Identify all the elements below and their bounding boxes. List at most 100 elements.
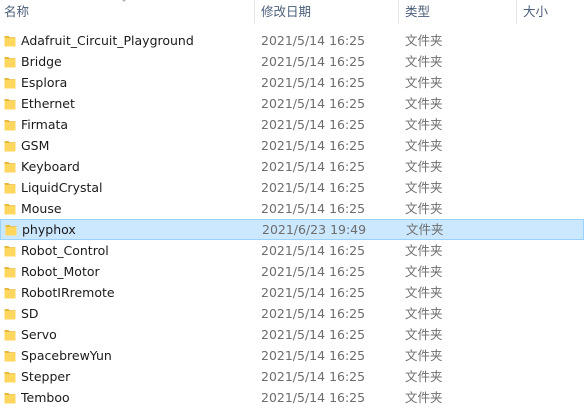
row-name[interactable]: Temboo xyxy=(21,387,251,408)
table-row[interactable]: Servo 2021/5/14 16:25 文件夹 xyxy=(0,324,584,345)
folder-icon xyxy=(4,286,16,299)
table-row[interactable]: Ethernet 2021/5/14 16:25 文件夹 xyxy=(0,93,584,114)
column-header-name[interactable]: 名称 xyxy=(4,3,29,21)
row-date: 2021/5/14 16:25 xyxy=(261,159,366,174)
table-row[interactable]: Robot_Motor 2021/5/14 16:25 文件夹 xyxy=(0,261,584,282)
row-size xyxy=(523,72,583,93)
row-size xyxy=(523,366,583,387)
table-row[interactable]: SD 2021/5/14 16:25 文件夹 xyxy=(0,303,584,324)
row-size xyxy=(523,51,583,72)
folder-icon xyxy=(5,223,17,236)
row-name[interactable]: Stepper xyxy=(21,366,251,387)
folder-icon xyxy=(4,370,16,383)
row-date: 2021/5/14 16:25 xyxy=(261,138,366,153)
row-size xyxy=(523,198,583,219)
table-row[interactable]: SpacebrewYun 2021/5/14 16:25 文件夹 xyxy=(0,345,584,366)
row-name[interactable]: Ethernet xyxy=(21,93,251,114)
row-size xyxy=(523,345,583,366)
table-row[interactable]: Adafruit_Circuit_Playground 2021/5/14 16:… xyxy=(0,30,584,51)
row-type: 文件夹 xyxy=(405,96,443,111)
table-row[interactable]: Temboo 2021/5/14 16:25 文件夹 xyxy=(0,387,584,408)
column-header-date[interactable]: 修改日期 xyxy=(261,3,311,21)
row-type: 文件夹 xyxy=(405,33,443,48)
folder-icon xyxy=(4,139,16,152)
column-header-size[interactable]: 大小 xyxy=(523,3,548,21)
column-header: 名称 修改日期 类型 大小 xyxy=(0,0,588,24)
row-name[interactable]: GSM xyxy=(21,135,251,156)
row-size xyxy=(523,114,583,135)
row-size xyxy=(524,219,584,240)
row-type: 文件夹 xyxy=(405,243,443,258)
row-type: 文件夹 xyxy=(406,222,444,237)
row-name[interactable]: RobotIRremote xyxy=(21,282,251,303)
row-size xyxy=(523,282,583,303)
table-row[interactable]: Esplora 2021/5/14 16:25 文件夹 xyxy=(0,72,584,93)
row-name[interactable]: Esplora xyxy=(21,72,251,93)
row-date: 2021/5/14 16:25 xyxy=(261,54,366,69)
row-name[interactable]: Robot_Control xyxy=(21,240,251,261)
row-name[interactable]: SD xyxy=(21,303,251,324)
sort-arrow-icon xyxy=(120,0,128,2)
row-name[interactable]: Robot_Motor xyxy=(21,261,251,282)
table-row[interactable]: Bridge 2021/5/14 16:25 文件夹 xyxy=(0,51,584,72)
row-type: 文件夹 xyxy=(405,369,443,384)
row-type: 文件夹 xyxy=(405,285,443,300)
row-name[interactable]: LiquidCrystal xyxy=(21,177,251,198)
row-name[interactable]: Bridge xyxy=(21,51,251,72)
row-size xyxy=(523,261,583,282)
row-name[interactable]: phyphox xyxy=(22,219,252,240)
folder-icon xyxy=(4,55,16,68)
table-row[interactable]: RobotIRremote 2021/5/14 16:25 文件夹 xyxy=(0,282,584,303)
row-date: 2021/5/14 16:25 xyxy=(261,96,366,111)
folder-icon xyxy=(4,265,16,278)
row-date: 2021/5/14 16:25 xyxy=(261,264,366,279)
row-date: 2021/6/23 19:49 xyxy=(262,222,367,237)
column-divider[interactable] xyxy=(398,0,399,24)
table-row[interactable]: Mouse 2021/5/14 16:25 文件夹 xyxy=(0,198,584,219)
row-size xyxy=(523,135,583,156)
row-type: 文件夹 xyxy=(405,327,443,342)
row-date: 2021/5/14 16:25 xyxy=(261,369,366,384)
row-type: 文件夹 xyxy=(405,306,443,321)
row-date: 2021/5/14 16:25 xyxy=(261,348,366,363)
folder-icon xyxy=(4,202,16,215)
row-name[interactable]: SpacebrewYun xyxy=(21,345,251,366)
row-type: 文件夹 xyxy=(405,138,443,153)
folder-icon xyxy=(4,118,16,131)
table-row-selected[interactable]: phyphox 2021/6/23 19:49 文件夹 xyxy=(0,219,584,240)
folder-icon xyxy=(4,34,16,47)
row-type: 文件夹 xyxy=(405,348,443,363)
row-date: 2021/5/14 16:25 xyxy=(261,390,366,405)
table-row[interactable]: Firmata 2021/5/14 16:25 文件夹 xyxy=(0,114,584,135)
row-type: 文件夹 xyxy=(405,264,443,279)
table-row[interactable]: Keyboard 2021/5/14 16:25 文件夹 xyxy=(0,156,584,177)
row-name[interactable]: Adafruit_Circuit_Playground xyxy=(21,30,251,51)
folder-icon xyxy=(4,328,16,341)
row-name[interactable]: Firmata xyxy=(21,114,251,135)
row-size xyxy=(523,177,583,198)
folder-icon xyxy=(4,244,16,257)
row-type: 文件夹 xyxy=(405,75,443,90)
row-date: 2021/5/14 16:25 xyxy=(261,180,366,195)
row-type: 文件夹 xyxy=(405,180,443,195)
row-date: 2021/5/14 16:25 xyxy=(261,306,366,321)
row-size xyxy=(523,240,583,261)
row-type: 文件夹 xyxy=(405,54,443,69)
table-row[interactable]: GSM 2021/5/14 16:25 文件夹 xyxy=(0,135,584,156)
row-date: 2021/5/14 16:25 xyxy=(261,75,366,90)
row-name[interactable]: Mouse xyxy=(21,198,251,219)
column-divider[interactable] xyxy=(516,0,517,24)
table-row[interactable]: Robot_Control 2021/5/14 16:25 文件夹 xyxy=(0,240,584,261)
folder-icon xyxy=(4,160,16,173)
row-name[interactable]: Keyboard xyxy=(21,156,251,177)
folder-icon xyxy=(4,349,16,362)
row-type: 文件夹 xyxy=(405,390,443,405)
row-size xyxy=(523,30,583,51)
column-divider[interactable] xyxy=(254,0,255,24)
row-size xyxy=(523,93,583,114)
row-date: 2021/5/14 16:25 xyxy=(261,285,366,300)
table-row[interactable]: Stepper 2021/5/14 16:25 文件夹 xyxy=(0,366,584,387)
column-header-type[interactable]: 类型 xyxy=(405,3,430,21)
row-name[interactable]: Servo xyxy=(21,324,251,345)
table-row[interactable]: LiquidCrystal 2021/5/14 16:25 文件夹 xyxy=(0,177,584,198)
